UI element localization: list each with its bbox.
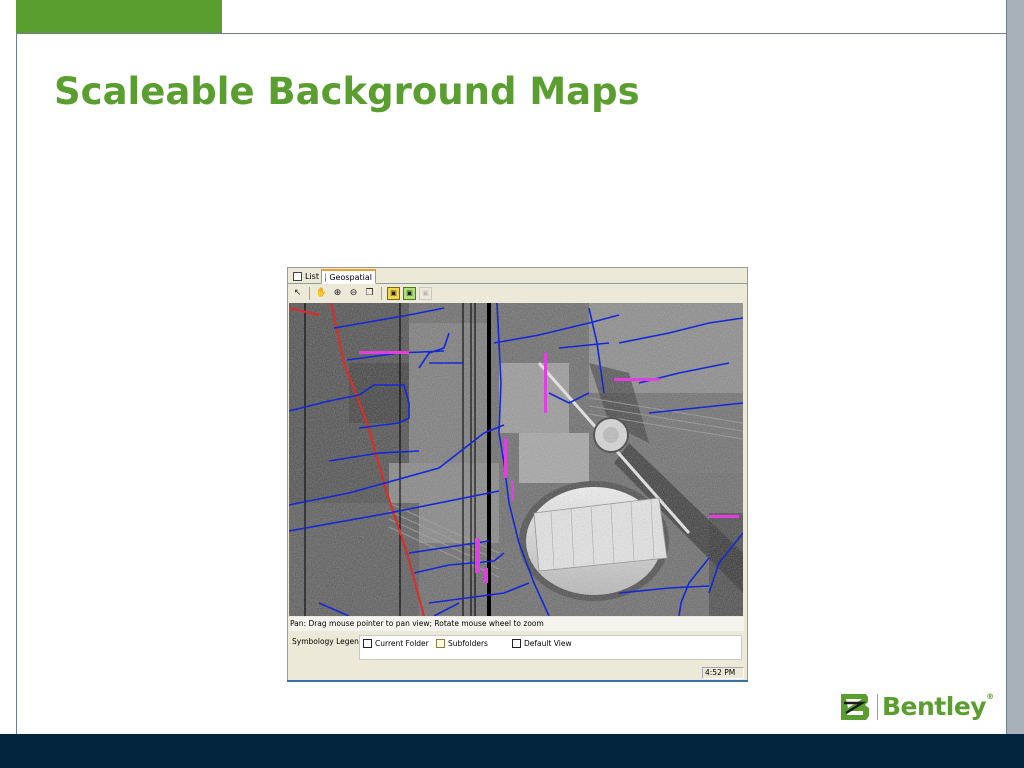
zoom-out-icon[interactable]: ⊖ bbox=[347, 287, 360, 300]
registered-mark: ® bbox=[986, 692, 994, 701]
globe-icon bbox=[325, 272, 327, 282]
legend-item-default-view: Default View bbox=[512, 639, 572, 648]
clock: 4:52 PM bbox=[702, 667, 744, 679]
bentley-b-mark-icon bbox=[838, 690, 872, 724]
select-arrow-icon[interactable]: ↖ bbox=[291, 287, 304, 300]
window-footer: 4:52 PM bbox=[289, 666, 746, 680]
symbology-legend: Symbology Legend: Current Folder Subfold… bbox=[289, 632, 744, 664]
tab-geospatial[interactable]: Geospatial bbox=[321, 269, 376, 284]
tab-geospatial-label: Geospatial bbox=[329, 272, 372, 282]
tab-list[interactable]: List bbox=[290, 269, 322, 284]
layer-yellow-icon[interactable]: ▣ bbox=[387, 287, 400, 300]
layer-green-icon[interactable]: ▣ bbox=[403, 287, 416, 300]
status-bar: Pan: Drag mouse pointer to pan view; Rot… bbox=[289, 617, 744, 631]
legend-item-current-folder: Current Folder bbox=[363, 639, 429, 648]
bottom-footer-bar bbox=[0, 734, 1024, 768]
bentley-logo-text: Bentley® bbox=[882, 692, 994, 721]
toolbar-separator bbox=[381, 287, 382, 300]
list-icon bbox=[293, 272, 302, 281]
logo-divider bbox=[877, 694, 878, 720]
tab-bar: List Geospatial bbox=[288, 268, 747, 284]
zoom-extents-icon[interactable]: ❐ bbox=[363, 287, 376, 300]
layer-disabled-icon: ▣ bbox=[419, 287, 432, 300]
top-accent-bar bbox=[16, 0, 222, 34]
aerial-map-image bbox=[289, 303, 743, 616]
logo-wordmark: Bentley bbox=[882, 692, 987, 721]
legend-swatch bbox=[436, 639, 445, 648]
legend-swatch bbox=[363, 639, 372, 648]
pan-hand-icon[interactable]: ✋ bbox=[315, 287, 328, 300]
top-divider bbox=[16, 33, 1006, 34]
legend-box: Current Folder Subfolders Default View bbox=[359, 635, 742, 660]
legend-label: Symbology Legend: bbox=[292, 637, 367, 646]
right-side-bar bbox=[1006, 0, 1024, 734]
legend-item-label: Current Folder bbox=[375, 639, 429, 648]
legend-item-subfolders: Subfolders bbox=[436, 639, 488, 648]
bentley-logo: Bentley® bbox=[838, 688, 998, 728]
left-divider bbox=[16, 34, 17, 734]
window-bottom-edge bbox=[287, 680, 748, 682]
geospatial-app-window: List Geospatial ↖ ✋ ⊕ ⊖ ❐ ▣ ▣ ▣ Pan: Dra… bbox=[287, 267, 748, 682]
legend-item-label: Subfolders bbox=[448, 639, 488, 648]
slide-title: Scaleable Background Maps bbox=[54, 70, 640, 113]
toolbar-separator bbox=[309, 287, 310, 300]
aerial-map-view[interactable] bbox=[289, 303, 743, 616]
legend-swatch bbox=[512, 639, 521, 648]
tab-list-label: List bbox=[305, 272, 319, 281]
zoom-in-icon[interactable]: ⊕ bbox=[331, 287, 344, 300]
map-toolbar: ↖ ✋ ⊕ ⊖ ❐ ▣ ▣ ▣ bbox=[288, 285, 747, 302]
legend-item-label: Default View bbox=[524, 639, 572, 648]
